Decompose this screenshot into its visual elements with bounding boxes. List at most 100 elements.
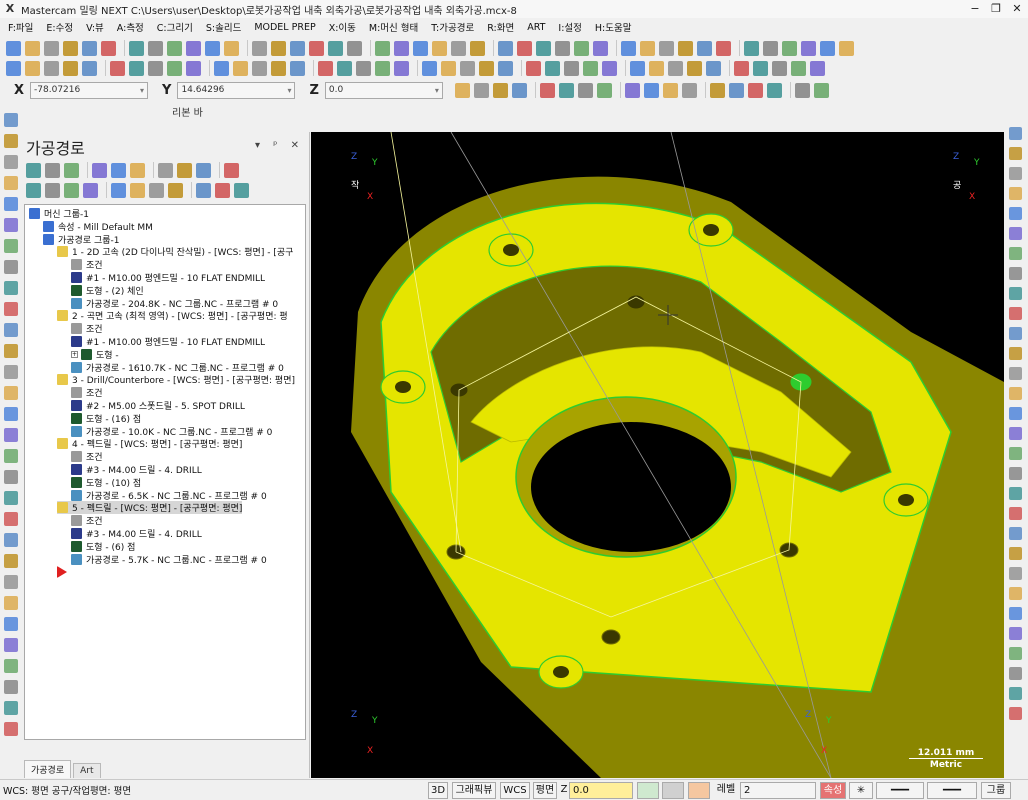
x-coord-input[interactable]: -78.07216	[30, 81, 149, 99]
side-toolbar-icon[interactable]	[4, 323, 18, 337]
side-toolbar-icon[interactable]	[1009, 447, 1022, 460]
side-toolbar-icon[interactable]	[4, 449, 18, 463]
toolbar-button-icon[interactable]	[813, 82, 829, 98]
toolbar-button-icon[interactable]	[498, 40, 513, 56]
toolbar-button-icon[interactable]	[130, 162, 145, 178]
side-toolbar-icon[interactable]	[4, 155, 18, 169]
toolbar-button-icon[interactable]	[337, 60, 352, 76]
toolbar-button-icon[interactable]	[129, 40, 144, 56]
toolbar-button-icon[interactable]	[536, 40, 551, 56]
side-toolbar-icon[interactable]	[1009, 607, 1022, 620]
side-toolbar-icon[interactable]	[1009, 407, 1022, 420]
side-toolbar-icon[interactable]	[1009, 587, 1022, 600]
toolbar-button-icon[interactable]	[290, 40, 305, 56]
side-toolbar-icon[interactable]	[1009, 247, 1022, 260]
toolbar-button-icon[interactable]	[196, 182, 211, 198]
toolbar-button-icon[interactable]	[794, 82, 810, 98]
toolbar-button-icon[interactable]	[517, 40, 532, 56]
toolbar-button-icon[interactable]	[45, 162, 60, 178]
toolbar-button-icon[interactable]	[526, 60, 541, 76]
z-depth-input[interactable]: 0.0	[569, 782, 633, 799]
toolbar-button-icon[interactable]	[791, 60, 806, 76]
side-toolbar-icon[interactable]	[4, 512, 18, 526]
toolbar-button-icon[interactable]	[782, 40, 797, 56]
toolbar-button-icon[interactable]	[101, 40, 116, 56]
toolbar-button-icon[interactable]	[92, 162, 107, 178]
wcs-button[interactable]: WCS	[500, 782, 530, 799]
toolbar-button-icon[interactable]	[558, 82, 574, 98]
tree-item[interactable]: #3 - M4.00 드릴 - 4. DRILL	[71, 463, 202, 476]
tree-item[interactable]: 조건	[71, 386, 103, 399]
tree-item[interactable]: 1 - 2D 고속 (2D 다이나믹 잔삭밀) - [WCS: 평면] - [공…	[57, 245, 293, 258]
side-toolbar-icon[interactable]	[4, 407, 18, 421]
tab-toolpaths[interactable]: 가공경로	[24, 760, 72, 778]
toolbar-button-icon[interactable]	[129, 60, 144, 76]
toolbar-button-icon[interactable]	[111, 162, 126, 178]
side-toolbar-icon[interactable]	[1009, 227, 1022, 240]
side-toolbar-icon[interactable]	[4, 491, 18, 505]
side-toolbar-icon[interactable]	[1009, 267, 1022, 280]
toolbar-button-icon[interactable]	[196, 162, 211, 178]
color-orange-swatch[interactable]	[688, 782, 710, 799]
toolbar-button-icon[interactable]	[375, 60, 390, 76]
toolbar-button-icon[interactable]	[810, 60, 825, 76]
toolbar-button-icon[interactable]	[214, 60, 229, 76]
level-select[interactable]: 2	[740, 782, 816, 799]
toolbar-button-icon[interactable]	[347, 40, 362, 56]
side-toolbar-icon[interactable]	[4, 617, 18, 631]
line-style-select[interactable]: ━━━	[876, 782, 924, 799]
toolbar-button-icon[interactable]	[148, 60, 163, 76]
toolbar-button-icon[interactable]	[375, 40, 390, 56]
toolbar-button-icon[interactable]	[498, 60, 513, 76]
toolbar-button-icon[interactable]	[167, 60, 182, 76]
toolbar-button-icon[interactable]	[479, 60, 494, 76]
z-coord-input[interactable]: 0.0	[324, 81, 443, 99]
close-button[interactable]: ✕	[1007, 1, 1027, 17]
side-toolbar-icon[interactable]	[4, 575, 18, 589]
toolbar-button-icon[interactable]	[82, 40, 97, 56]
side-toolbar-icon[interactable]	[4, 680, 18, 694]
toolbar-button-icon[interactable]	[766, 82, 782, 98]
y-coord-input[interactable]: 14.64296	[177, 81, 296, 99]
toolbar-button-icon[interactable]	[454, 82, 470, 98]
toolbar-button-icon[interactable]	[205, 40, 220, 56]
toolbar-button-icon[interactable]	[64, 162, 79, 178]
toolbar-button-icon[interactable]	[432, 40, 447, 56]
toolbar-button-icon[interactable]	[539, 82, 555, 98]
side-toolbar-icon[interactable]	[1009, 167, 1022, 180]
toolbar-button-icon[interactable]	[564, 60, 579, 76]
toolbar-button-icon[interactable]	[763, 40, 778, 56]
toolbar-button-icon[interactable]	[111, 182, 126, 198]
tree-item[interactable]: 속성 - Mill Default MM	[43, 220, 153, 233]
toolbar-button-icon[interactable]	[441, 60, 456, 76]
expand-icon[interactable]: +	[71, 350, 78, 358]
attributes-button[interactable]: 속성	[820, 782, 846, 799]
color-gray-swatch[interactable]	[662, 782, 684, 799]
toolbar-button-icon[interactable]	[668, 60, 683, 76]
toolbar-button-icon[interactable]	[678, 40, 693, 56]
toolbar-button-icon[interactable]	[25, 40, 40, 56]
toolbar-button-icon[interactable]	[451, 40, 466, 56]
menu-item[interactable]: C:그리기	[157, 20, 193, 34]
toolbar-button-icon[interactable]	[83, 182, 98, 198]
toolbar-button-icon[interactable]	[252, 40, 267, 56]
tree-item[interactable]: 2 - 곡면 고속 (최적 영역) - [WCS: 평면] - [공구평면: 평	[57, 309, 288, 322]
menu-item[interactable]: ART	[527, 22, 545, 33]
tree-item[interactable]: 도형 - (2) 체인	[71, 284, 144, 297]
restore-button[interactable]: ❐	[986, 1, 1006, 17]
toolbar-button-icon[interactable]	[422, 60, 437, 76]
tree-item[interactable]	[57, 565, 71, 578]
toolbar-button-icon[interactable]	[577, 82, 593, 98]
tree-item[interactable]: 가공경로 그룹-1	[43, 233, 120, 246]
tree-item[interactable]: 4 - 펙드릴 - [WCS: 평면] - [공구평면: 평면]	[57, 437, 242, 450]
side-toolbar-icon[interactable]	[4, 344, 18, 358]
toolbar-button-icon[interactable]	[839, 40, 854, 56]
tree-item[interactable]: #3 - M4.00 드릴 - 4. DRILL	[71, 527, 202, 540]
toolbar-button-icon[interactable]	[744, 40, 759, 56]
menu-item[interactable]: MODEL PREP	[254, 22, 315, 33]
menu-item[interactable]: F:파일	[8, 20, 33, 34]
toolbar-button-icon[interactable]	[583, 60, 598, 76]
tree-item[interactable]: 조건	[71, 450, 103, 463]
toolbar-button-icon[interactable]	[394, 40, 409, 56]
tree-item[interactable]: + 도형 -	[71, 348, 119, 361]
